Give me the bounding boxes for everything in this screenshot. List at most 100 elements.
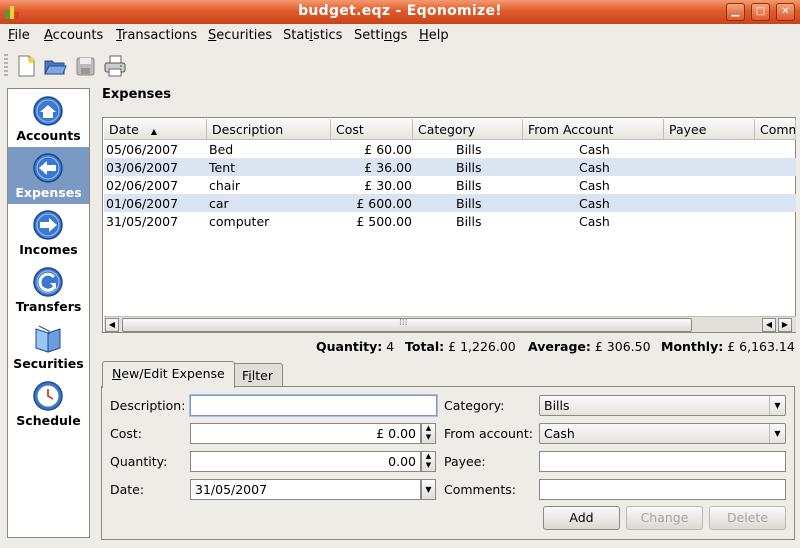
change-button[interactable]: Change [626,506,703,530]
table-cell: Bills [456,196,482,211]
table-cell: chair [209,178,241,193]
date-dropdown-button[interactable]: ▼ [421,479,436,500]
scroll-left-button-2[interactable]: ◀ [762,318,776,332]
menu-bar: File Accounts Transactions Securities St… [0,24,800,48]
chevron-down-icon: ▼ [769,396,785,415]
maximize-button[interactable]: □ [751,3,770,21]
menu-statistics[interactable]: Statistics [283,28,342,43]
print-button[interactable] [102,53,128,79]
chevron-up-icon: ▲ [425,424,432,432]
arrow-right-icon: ▶ [781,320,789,329]
transfer-icon [33,267,63,297]
menu-file[interactable]: File [8,28,30,43]
table-row[interactable]: 05/06/2007 Bed £ 60.00 Bills Cash [104,140,796,158]
table-cell: £ 500.00 [356,214,412,229]
from-account-label: From account: [444,426,533,441]
menu-settings[interactable]: Settings [354,28,407,43]
scrollbar-thumb[interactable]: ⁞⁞⁞ [122,318,692,332]
sidebar-item-incomes[interactable]: Incomes [8,204,89,261]
table-cell: car [209,196,229,211]
cost-label: Cost: [110,426,143,441]
payee-label: Payee: [444,454,486,469]
quantity-input[interactable]: 0.00 [190,451,421,472]
arrow-left-icon: ◀ [765,320,773,329]
menu-accounts[interactable]: Accounts [44,28,103,43]
cost-stepper[interactable]: ▲ ▼ [421,423,436,444]
table-cell: Cash [579,178,610,193]
column-header-description[interactable]: Description [207,119,331,140]
table-cell: Bills [456,142,482,157]
toolbar-grip[interactable] [4,54,8,78]
sidebar: Accounts Expenses Incomes Transfers Secu… [7,88,90,538]
grip-icon: ⁞⁞⁞ [399,318,408,328]
table-row[interactable]: 02/06/2007 chair £ 30.00 Bills Cash [104,176,796,194]
chevron-down-icon: ▼ [425,485,432,494]
table-cell: 05/06/2007 [106,142,179,157]
table-cell: Cash [579,142,610,157]
scroll-right-button[interactable]: ▶ [778,318,792,332]
description-input[interactable] [190,395,437,416]
from-account-select[interactable]: Cash ▼ [539,423,786,444]
table-cell: Cash [579,160,610,175]
chevron-down-icon: ▼ [769,424,785,443]
close-icon: ✕ [781,6,790,17]
column-header-cost[interactable]: Cost [331,119,413,140]
cost-input[interactable]: £ 0.00 [190,423,421,444]
column-header-date[interactable]: Date ▲ [104,119,207,140]
table-cell: £ 30.00 [364,178,412,193]
horizontal-scrollbar[interactable]: ◀ ⁞⁞⁞ ◀ ▶ [104,316,796,332]
sidebar-item-transfers[interactable]: Transfers [8,261,89,318]
sidebar-item-schedule[interactable]: Schedule [8,375,89,432]
sidebar-item-label: Transfers [15,299,82,314]
column-header-category[interactable]: Category [413,119,523,140]
table-cell: computer [209,214,270,229]
table-cell: 01/06/2007 [106,196,179,211]
close-button[interactable]: ✕ [776,3,795,21]
tab-filter[interactable]: Filter [232,363,283,387]
sidebar-item-label: Incomes [19,242,78,257]
sidebar-item-expenses[interactable]: Expenses [8,147,89,204]
summary-quantity: Quantity: 4 [316,339,395,354]
minimize-icon: ▁ [731,6,740,17]
scroll-left-button[interactable]: ◀ [105,318,119,332]
date-input[interactable]: 31/05/2007 [190,479,421,500]
menu-securities[interactable]: Securities [208,28,272,43]
tab-new-edit-expense[interactable]: New/Edit Expense [102,361,235,388]
title-bar[interactable]: budget.eqz - Eqonomize! ▁ □ ✕ [0,0,800,24]
delete-button[interactable]: Delete [709,506,786,530]
print-icon [104,55,126,77]
page-title: Expenses [102,87,171,102]
sidebar-item-securities[interactable]: Securities [8,318,89,375]
open-button[interactable] [42,53,68,79]
table-cell: Cash [579,196,610,211]
add-button[interactable]: Add [543,506,620,530]
save-button[interactable] [72,53,98,79]
chevron-down-icon: ▼ [425,433,432,441]
payee-input[interactable] [539,451,786,472]
new-file-button[interactable] [13,53,39,79]
category-select[interactable]: Bills ▼ [539,395,786,416]
column-header-comments[interactable]: Comm [755,119,796,140]
sidebar-item-label: Securities [13,356,84,371]
table-row[interactable]: 01/06/2007 car £ 600.00 Bills Cash [104,194,796,212]
menu-transactions[interactable]: Transactions [116,28,197,43]
sidebar-item-label: Expenses [15,185,82,200]
table-cell: Tent [209,160,236,175]
category-label: Category: [444,398,505,413]
column-header-payee[interactable]: Payee [664,119,755,140]
menu-help[interactable]: Help [419,28,449,43]
table-row[interactable]: 31/05/2007 computer £ 500.00 Bills Cash [104,212,796,230]
table-cell: Bills [456,178,482,193]
window-title: budget.eqz - Eqonomize! [298,3,502,19]
column-header-from-account[interactable]: From Account [523,119,664,140]
minimize-button[interactable]: ▁ [726,3,745,21]
from-account-value: Cash [544,426,575,441]
table-row[interactable]: 03/06/2007 Tent £ 36.00 Bills Cash [104,158,796,176]
description-label: Description: [110,398,186,413]
quantity-stepper[interactable]: ▲ ▼ [421,451,436,472]
chevron-up-icon: ▲ [425,452,432,460]
sidebar-item-accounts[interactable]: Accounts [8,90,89,147]
table-cell: £ 36.00 [364,160,412,175]
comments-input[interactable] [539,479,786,500]
summary-total: Total: £ 1,226.00 [405,339,516,354]
